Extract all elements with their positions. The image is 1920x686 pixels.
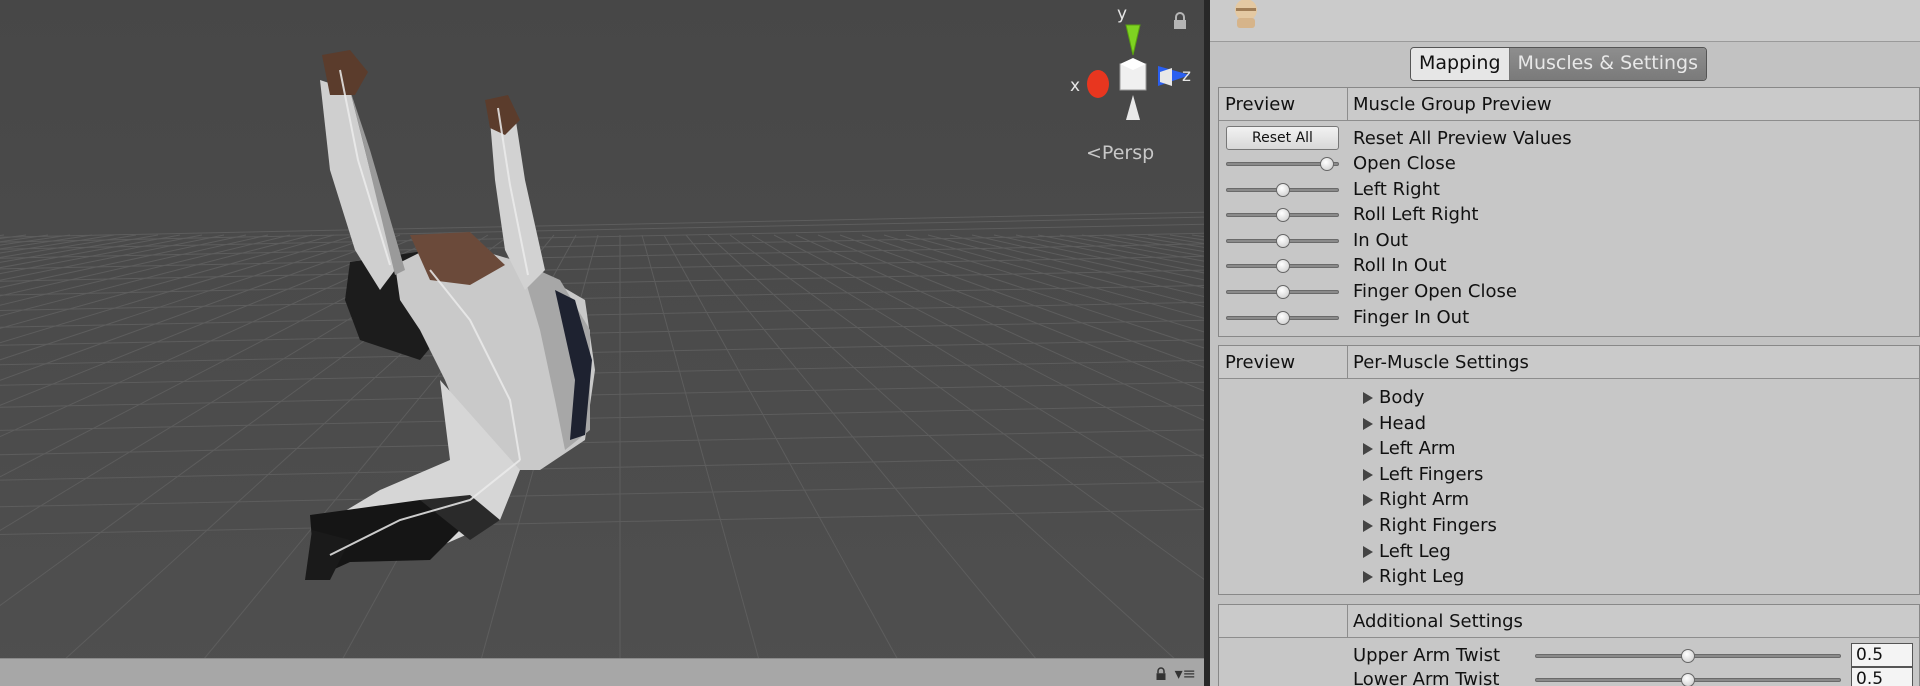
tab-mapping[interactable]: Mapping bbox=[1411, 48, 1510, 80]
setting-value-field[interactable]: 0.5 bbox=[1851, 667, 1913, 686]
triangle-right-icon[interactable] bbox=[1363, 520, 1373, 532]
triangle-right-icon[interactable] bbox=[1363, 545, 1373, 558]
additional-setting-row: Lower Arm Twist 0.5 bbox=[1219, 667, 1919, 686]
per-muscle-title: Per-Muscle Settings bbox=[1353, 352, 1529, 373]
foldout-label: Body bbox=[1379, 387, 1425, 408]
foldout-label: Left Arm bbox=[1379, 438, 1456, 460]
slider-label: Finger In Out bbox=[1353, 306, 1470, 328]
projection-toggle[interactable]: <Persp bbox=[1086, 142, 1154, 164]
slider-knob[interactable] bbox=[1681, 673, 1695, 686]
scene-status-bar: ▾≡ bbox=[0, 658, 1204, 686]
muscle-slider-row: Open Close bbox=[1219, 151, 1919, 176]
slider-knob[interactable] bbox=[1681, 649, 1695, 663]
triangle-right-icon[interactable] bbox=[1363, 417, 1373, 430]
tab-muscles-settings[interactable]: Muscles & Settings bbox=[1509, 48, 1707, 80]
muscle-slider-row: In Out bbox=[1219, 228, 1919, 253]
reset-row: Reset All Reset All Preview Values bbox=[1219, 126, 1919, 151]
gizmo-z-label: z bbox=[1182, 66, 1191, 86]
reset-all-label: Reset All Preview Values bbox=[1353, 128, 1572, 149]
muscle-group-panel: Preview Muscle Group Preview Reset All R… bbox=[1218, 87, 1920, 337]
setting-slider[interactable] bbox=[1535, 673, 1841, 686]
inspector-panel: Mapping Muscles & Settings Preview Muscl… bbox=[1210, 0, 1920, 686]
slider-label: Open Close bbox=[1353, 153, 1456, 174]
gizmo-x-label: x bbox=[1070, 76, 1081, 96]
foldout-item[interactable]: Right Fingers bbox=[1363, 515, 1497, 540]
foldout-label: Left Leg bbox=[1379, 540, 1451, 562]
foldout-item[interactable]: Right Arm bbox=[1363, 489, 1469, 514]
foldout-item[interactable]: Head bbox=[1363, 413, 1426, 438]
setting-slider[interactable] bbox=[1535, 649, 1841, 663]
muscle-group-header: Preview Muscle Group Preview bbox=[1219, 88, 1919, 121]
slider-knob[interactable] bbox=[1275, 233, 1290, 248]
preview-slider[interactable] bbox=[1226, 285, 1339, 299]
foldout-label: Head bbox=[1379, 412, 1427, 434]
preview-column-label: Preview bbox=[1225, 352, 1296, 373]
foldout-item[interactable]: Left Arm bbox=[1363, 438, 1456, 463]
scene-view[interactable]: y x z <Persp ▾≡ bbox=[0, 0, 1204, 686]
triangle-right-icon[interactable] bbox=[1363, 392, 1373, 404]
gizmo-y-label: y bbox=[1117, 4, 1128, 24]
preview-slider[interactable] bbox=[1226, 208, 1339, 223]
muscle-slider-row: Roll Left Right bbox=[1219, 202, 1919, 227]
muscle-group-title: Muscle Group Preview bbox=[1353, 94, 1552, 115]
muscle-slider-row: Finger Open Close bbox=[1219, 279, 1919, 304]
slider-label: Finger Open Close bbox=[1353, 281, 1517, 302]
character-model[interactable] bbox=[0, 0, 1204, 686]
slider-knob[interactable] bbox=[1275, 259, 1290, 274]
per-muscle-header: Preview Per-Muscle Settings bbox=[1219, 346, 1919, 379]
slider-label: In Out bbox=[1353, 229, 1409, 251]
lock-icon[interactable] bbox=[1172, 12, 1188, 30]
inspector-header bbox=[1210, 0, 1920, 42]
slider-knob[interactable] bbox=[1319, 157, 1334, 171]
muscle-slider-row: Left Right bbox=[1219, 177, 1919, 202]
layers-menu-icon[interactable]: ▾≡ bbox=[1175, 664, 1196, 683]
reset-all-button[interactable]: Reset All bbox=[1226, 126, 1339, 150]
foldout-item[interactable]: Body bbox=[1363, 387, 1424, 412]
avatar-tabs: Mapping Muscles & Settings bbox=[1410, 47, 1708, 81]
triangle-right-icon[interactable] bbox=[1363, 494, 1373, 507]
foldout-item[interactable]: Right Leg bbox=[1363, 566, 1464, 591]
slider-label: Roll Left Right bbox=[1353, 204, 1479, 226]
triangle-right-icon[interactable] bbox=[1363, 468, 1373, 481]
preview-slider[interactable] bbox=[1226, 259, 1339, 274]
preview-column-label: Preview bbox=[1225, 94, 1296, 115]
triangle-right-icon[interactable] bbox=[1363, 443, 1373, 456]
slider-knob[interactable] bbox=[1275, 208, 1290, 223]
slider-label: Left Right bbox=[1353, 178, 1440, 200]
slider-knob[interactable] bbox=[1275, 310, 1290, 325]
slider-knob[interactable] bbox=[1275, 182, 1290, 197]
preview-slider[interactable] bbox=[1226, 157, 1339, 171]
foldout-label: Right Fingers bbox=[1379, 515, 1497, 536]
projection-label: Persp bbox=[1101, 142, 1155, 164]
additional-settings-panel: Additional Settings Upper Arm Twist 0.5 Lo… bbox=[1218, 604, 1920, 686]
additional-settings-header: Additional Settings bbox=[1219, 605, 1919, 638]
setting-label: Upper Arm Twist bbox=[1353, 645, 1501, 666]
triangle-right-icon[interactable] bbox=[1363, 571, 1373, 584]
foldout-item[interactable]: Left Leg bbox=[1363, 541, 1451, 566]
muscle-slider-row: Finger In Out bbox=[1219, 305, 1919, 330]
setting-value-field[interactable]: 0.5 bbox=[1851, 643, 1913, 667]
foldout-item[interactable]: Left Fingers bbox=[1363, 464, 1483, 489]
muscle-slider-row: Roll In Out bbox=[1219, 253, 1919, 278]
foldout-label: Left Fingers bbox=[1379, 463, 1484, 485]
additional-setting-row: Upper Arm Twist 0.5 bbox=[1219, 643, 1919, 668]
foldout-label: Right Leg bbox=[1379, 566, 1465, 588]
foldout-label: Right Arm bbox=[1379, 489, 1470, 511]
preview-slider[interactable] bbox=[1226, 233, 1339, 248]
slider-knob[interactable] bbox=[1275, 285, 1290, 299]
per-muscle-panel: Preview Per-Muscle Settings Body Head Left… bbox=[1218, 345, 1920, 595]
setting-label: Lower Arm Twist bbox=[1353, 669, 1500, 686]
chevron-left-icon: < bbox=[1086, 142, 1102, 164]
slider-label: Roll In Out bbox=[1353, 255, 1447, 277]
lock-icon[interactable] bbox=[1155, 666, 1167, 681]
preview-slider[interactable] bbox=[1226, 310, 1339, 325]
avatar-head-icon bbox=[1235, 0, 1257, 28]
additional-settings-title: Additional Settings bbox=[1353, 611, 1523, 632]
preview-slider[interactable] bbox=[1226, 182, 1339, 197]
